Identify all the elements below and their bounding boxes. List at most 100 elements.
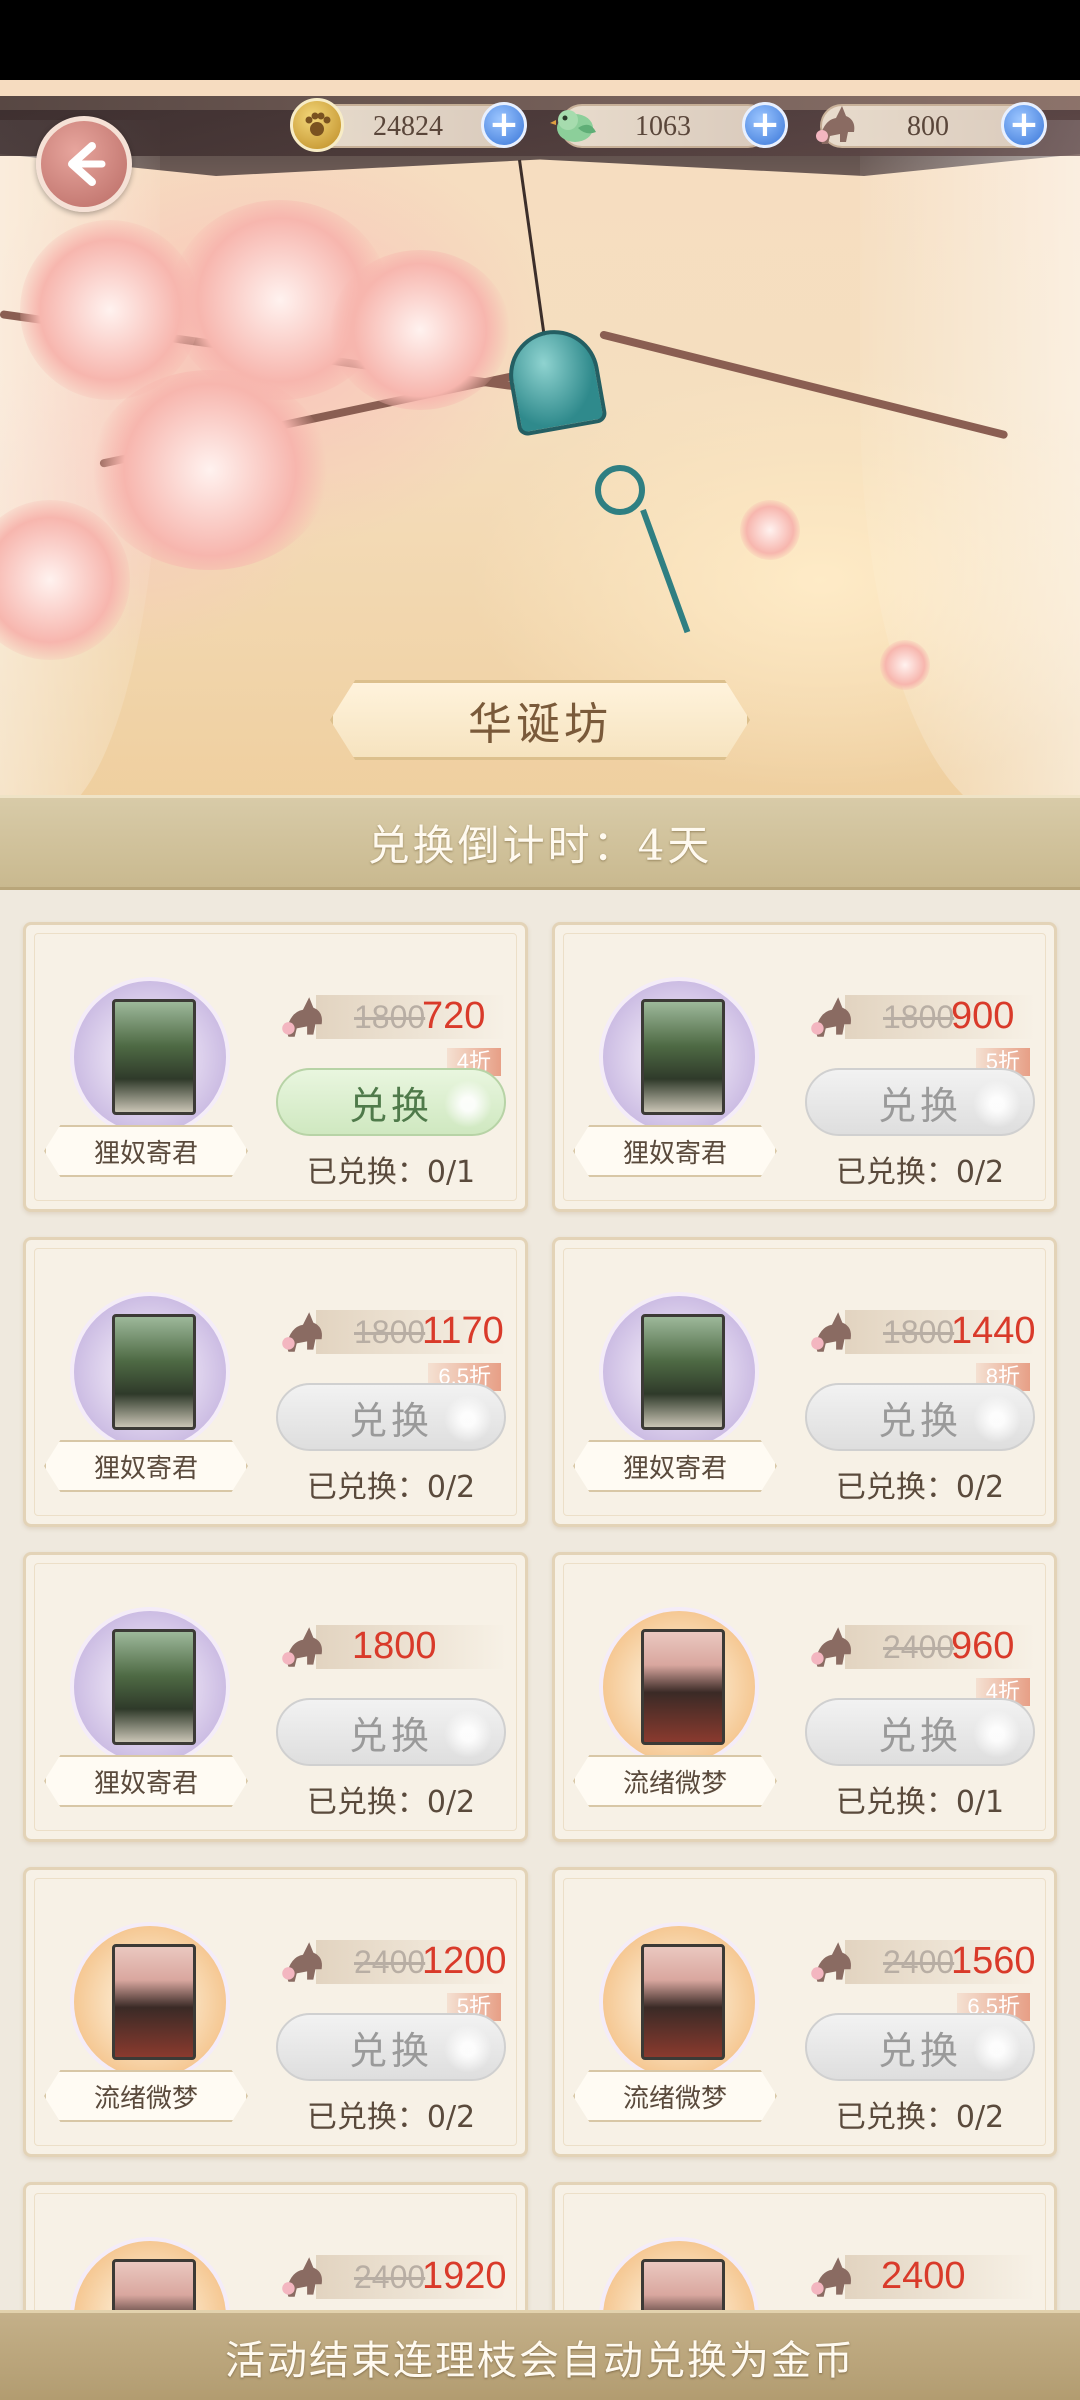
- horse-token-icon: [276, 989, 332, 1045]
- price-row: 1800 720: [276, 989, 506, 1039]
- original-price: 2400: [883, 1629, 955, 1665]
- bell-tassel: [640, 508, 691, 634]
- item-name-plate: 流绪微梦: [44, 2070, 248, 2122]
- original-price: 2400: [883, 1944, 955, 1980]
- price-row: 1800 1170: [276, 1304, 506, 1354]
- horse-token-icon: [810, 98, 864, 152]
- character-portrait[interactable]: [112, 999, 196, 1115]
- item-card: 流绪微梦 2400 1560 6.5折 兑换 已兑换：0/2: [552, 1867, 1057, 2157]
- sale-price: 1170: [422, 1310, 504, 1352]
- portrait-ring: [599, 1922, 759, 2082]
- blossom: [880, 640, 930, 690]
- original-price: 2400: [354, 1944, 426, 1980]
- redeem-button[interactable]: 兑换: [805, 2013, 1035, 2081]
- back-arrow-icon: [68, 142, 106, 186]
- portrait-ring: [70, 1292, 230, 1452]
- flower-decoration: [444, 2025, 492, 2073]
- item-name: 狸奴寄君: [93, 1768, 198, 1799]
- redeemed-count: 已兑换：0/2: [306, 1470, 476, 1505]
- blossom: [330, 250, 510, 410]
- price-row: 1800 1440: [805, 1304, 1036, 1354]
- currency-value: 800: [907, 111, 949, 142]
- original-price: 1800: [354, 1314, 426, 1350]
- countdown-bar: 兑换倒计时：4天: [0, 795, 1080, 890]
- currency-value: 24824: [373, 111, 443, 142]
- item-name: 狸奴寄君: [622, 1453, 727, 1484]
- redeem-button[interactable]: 兑换: [805, 1383, 1035, 1451]
- character-portrait[interactable]: [641, 1629, 725, 1745]
- redeemed-count: 已兑换：0/1: [306, 1155, 476, 1190]
- original-price: 2400: [354, 2259, 426, 2295]
- portrait-ring: [70, 1922, 230, 2082]
- item-name: 流绪微梦: [622, 2083, 727, 2114]
- horse-token-icon: [276, 2249, 332, 2305]
- blossom: [90, 370, 330, 570]
- redeem-button[interactable]: 兑换: [276, 1383, 506, 1451]
- sale-price: 1800: [352, 1625, 437, 1667]
- flower-decoration: [444, 1395, 492, 1443]
- character-portrait[interactable]: [641, 1944, 725, 2060]
- bell-string: [518, 159, 548, 349]
- original-price: 1800: [354, 999, 426, 1035]
- wind-chime-bell-icon: [502, 322, 608, 438]
- portrait-ring: [70, 977, 230, 1137]
- item-name-plate: 狸奴寄君: [44, 1440, 248, 1492]
- redeem-button[interactable]: 兑换: [276, 2013, 506, 2081]
- sale-price: 2400: [881, 2255, 966, 2297]
- portrait-ring: [599, 1607, 759, 1767]
- character-portrait[interactable]: [112, 1944, 196, 2060]
- redeem-button-label: 兑换: [348, 1083, 433, 1128]
- currency-value: 1063: [635, 111, 691, 142]
- redeem-button[interactable]: 兑换: [805, 1698, 1035, 1766]
- item-name-plate: 狸奴寄君: [44, 1755, 248, 1807]
- redeem-button[interactable]: 兑换: [276, 1068, 506, 1136]
- add-bird-currency-button[interactable]: +: [742, 102, 788, 148]
- item-name-plate: 流绪微梦: [573, 2070, 777, 2122]
- character-portrait[interactable]: [641, 999, 725, 1115]
- horse-token-icon: [805, 1619, 861, 1675]
- curtain-right: [860, 120, 1080, 800]
- item-name: 流绪微梦: [93, 2083, 198, 2114]
- back-button[interactable]: [36, 116, 132, 212]
- item-card: 狸奴寄君 1800 1170 6.5折 兑换 已兑换：0/2: [23, 1237, 528, 1527]
- redeem-button-label: 兑换: [877, 1713, 962, 1758]
- price-row: 1800 900: [805, 989, 1035, 1039]
- footer-notice: 活动结束连理枝会自动兑换为金币: [225, 2337, 855, 2384]
- status-bar: [0, 0, 1080, 80]
- redeem-button[interactable]: 兑换: [276, 1698, 506, 1766]
- redeem-button[interactable]: 兑换: [805, 1068, 1035, 1136]
- bell-knot: [595, 465, 645, 515]
- sale-price: 1440: [951, 1310, 1036, 1352]
- redeem-button-label: 兑换: [348, 1713, 433, 1758]
- price-row: 2400 960: [805, 1619, 1035, 1669]
- item-card: 流绪微梦 2400 960 4折 兑换 已兑换：0/1: [552, 1552, 1057, 1842]
- item-name-plate: 流绪微梦: [573, 1755, 777, 1807]
- sale-price: 960: [951, 1625, 1015, 1667]
- flower-decoration: [444, 1080, 492, 1128]
- item-name-plate: 狸奴寄君: [44, 1125, 248, 1177]
- sale-price: 1920: [422, 2255, 507, 2297]
- portrait-ring: [599, 1292, 759, 1452]
- character-portrait[interactable]: [112, 1314, 196, 1430]
- character-portrait[interactable]: [641, 1314, 725, 1430]
- character-portrait[interactable]: [112, 1629, 196, 1745]
- paw-coin-icon: [290, 98, 344, 152]
- flower-decoration: [444, 1710, 492, 1758]
- footer-notice-bar: 活动结束连理枝会自动兑换为金币: [0, 2310, 1080, 2400]
- horse-token-icon: [805, 2249, 861, 2305]
- add-horse-currency-button[interactable]: +: [1001, 102, 1047, 148]
- flower-decoration: [973, 2025, 1021, 2073]
- item-card: 狸奴寄君 1800 兑换 已兑换：0/2: [23, 1552, 528, 1842]
- item-card: 狸奴寄君 1800 720 4折 兑换 已兑换：0/1: [23, 922, 528, 1212]
- portrait-ring: [599, 977, 759, 1137]
- sale-price: 1200: [422, 1940, 507, 1982]
- flower-decoration: [973, 1395, 1021, 1443]
- add-paw-currency-button[interactable]: +: [481, 102, 527, 148]
- sale-price: 1560: [951, 1940, 1036, 1982]
- redeem-button-label: 兑换: [348, 1398, 433, 1443]
- redeemed-count: 已兑换：0/2: [835, 1155, 1005, 1190]
- item-name: 狸奴寄君: [93, 1453, 198, 1484]
- redeemed-count: 已兑换：0/2: [835, 2100, 1005, 2135]
- item-name: 流绪微梦: [622, 1768, 727, 1799]
- sale-price: 900: [951, 995, 1015, 1037]
